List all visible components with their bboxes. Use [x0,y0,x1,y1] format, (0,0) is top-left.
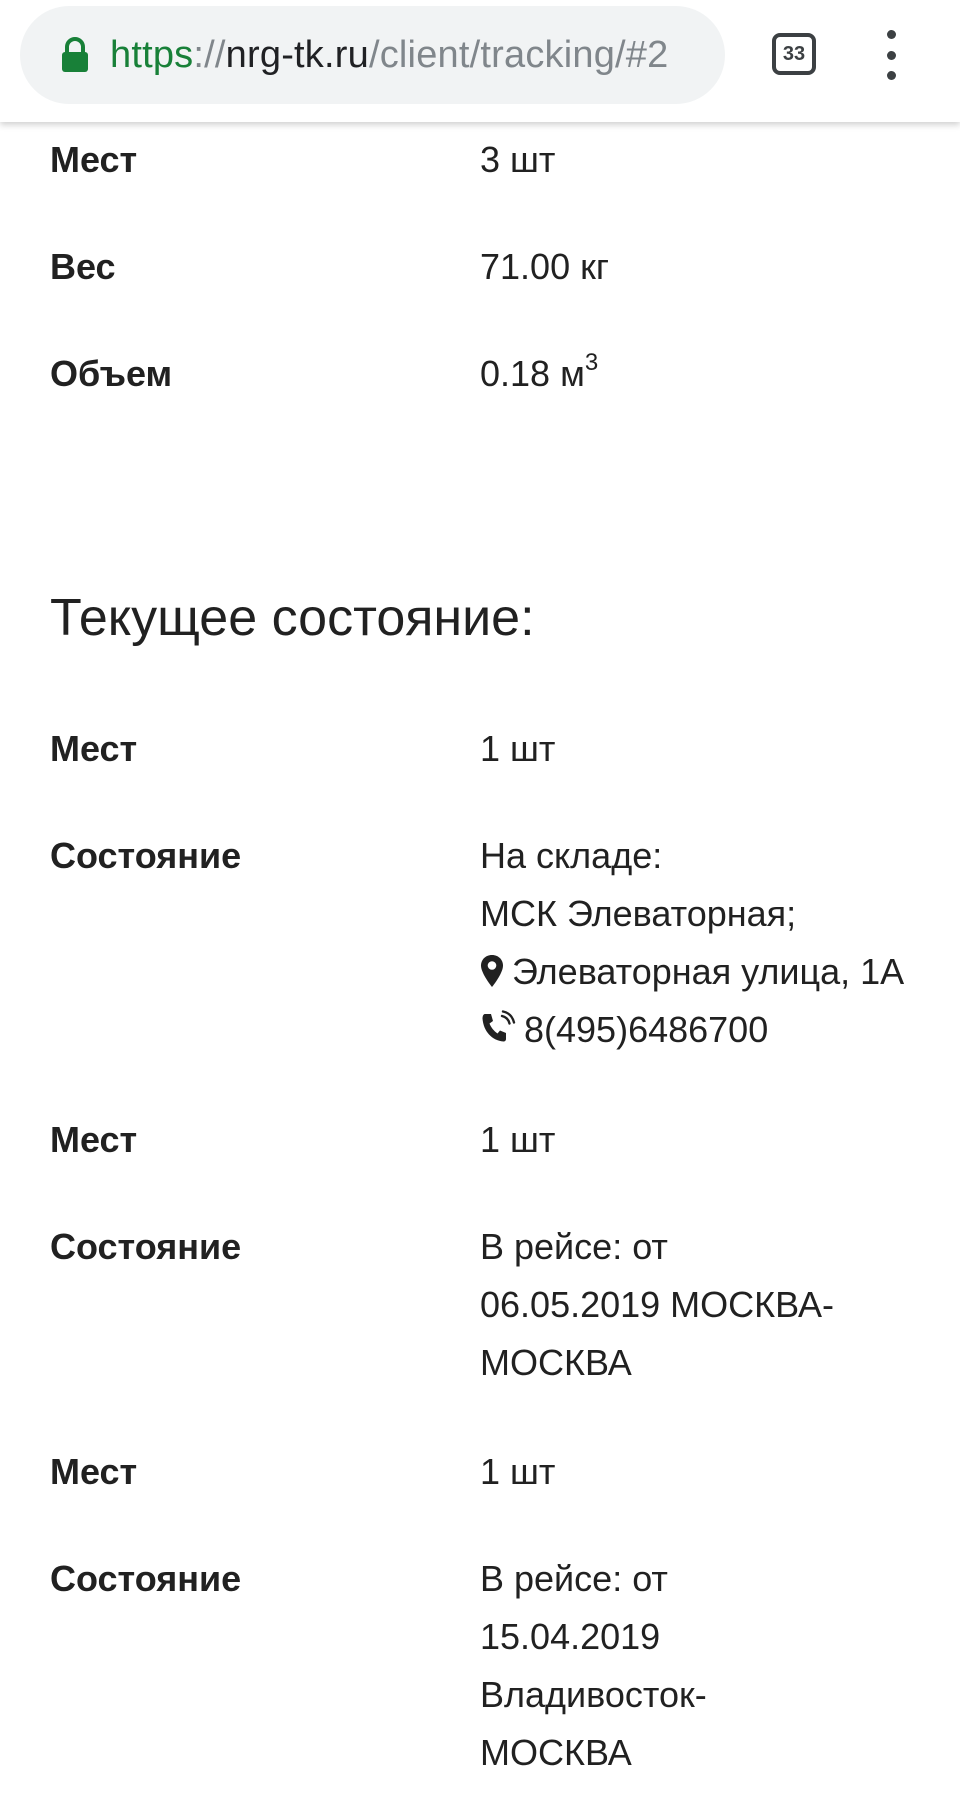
status-line: МОСКВА [480,1732,632,1773]
more-vert-icon[interactable] [874,30,908,80]
lock-icon [62,37,88,72]
status-line: На складе: [480,835,663,876]
status-line: Владивосток- [480,1674,707,1715]
url-scheme: https [110,33,194,76]
address-text: Элеваторная улица, 1А [512,951,905,992]
status-line: В рейсе: от [480,1558,668,1599]
status-line: 06.05.2019 МОСКВА- [480,1284,834,1325]
menu-dot [886,71,896,80]
field-value: 1 шт [480,1451,556,1492]
field-value: 0.18 м3 [480,345,598,403]
field-label: Объем [50,353,173,394]
phone-line[interactable]: 8(495)6486700 [480,1001,904,1059]
phone-icon [482,1010,516,1042]
status-line: 15.04.2019 [480,1616,661,1657]
field-value: 1 шт [480,1119,556,1160]
volume-unit-superscript: 3 [584,349,599,376]
field-label: Мест [50,1451,138,1492]
tab-switcher-button[interactable]: 33 [772,33,816,75]
field-label: Состояние [50,1226,242,1267]
field-label: Вес [50,246,116,287]
field-label: Мест [50,1119,138,1160]
field-value: 3 шт [480,139,556,180]
address-line[interactable]: Элеваторная улица, 1А [480,943,904,1001]
volume-number: 0.18 м [480,353,585,394]
field-label: Мест [50,728,138,769]
phone-number: 8(495)6486700 [524,1009,769,1050]
status-line: МОСКВА [480,1342,632,1383]
status-line: МСК Элеваторная; [480,893,797,934]
menu-dot [886,50,896,60]
menu-dot [886,30,896,39]
status-line: В рейсе: от [480,1226,668,1267]
field-value: 1 шт [480,728,556,769]
field-value: В рейсе: от 15.04.2019 Владивосток- МОСК… [480,1550,707,1782]
url-host: nrg-tk.ru [225,33,369,76]
address-bar[interactable]: https://nrg-tk.ru/client/tracking/#2 [20,6,725,104]
url-separator: :// [193,33,226,76]
section-title: Текущее состояние: [50,589,535,647]
field-label: Состояние [50,1558,242,1599]
browser-toolbar: https://nrg-tk.ru/client/tracking/#2 33 [0,0,960,122]
field-value: На складе: МСК Элеваторная; Элеваторная … [480,827,904,1059]
field-value: 71.00 кг [480,246,609,287]
field-label: Мест [50,139,138,180]
field-label: Состояние [50,835,242,876]
field-value: В рейсе: от 06.05.2019 МОСКВА- МОСКВА [480,1218,834,1392]
map-marker-icon [481,955,503,987]
url-text[interactable]: https://nrg-tk.ru/client/tracking/#2 [110,34,668,77]
url-path: /client/tracking/#2 [368,33,669,76]
